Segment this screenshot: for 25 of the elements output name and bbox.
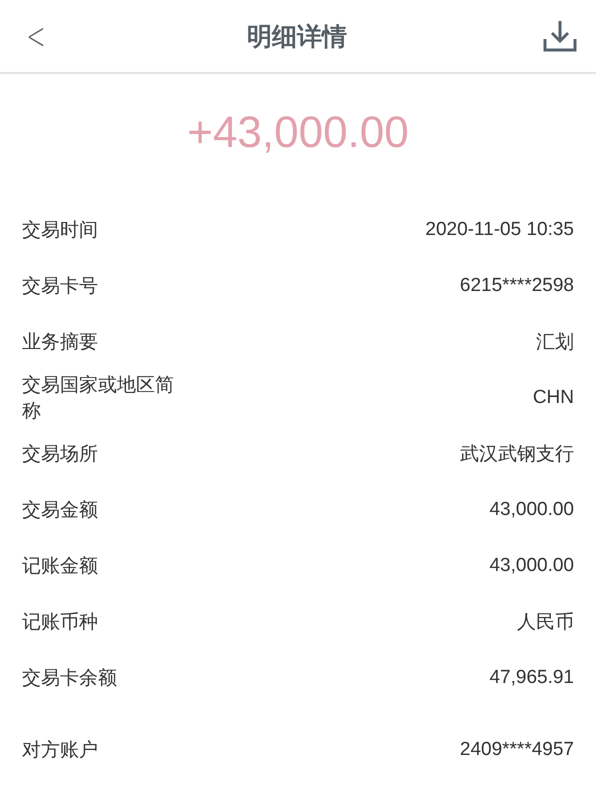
field-value: 2409****4957 <box>460 739 574 761</box>
field-value: 47,965.91 <box>489 667 574 689</box>
amount-text: +43,000.00 <box>187 108 409 158</box>
field-value: CHN <box>532 387 574 409</box>
field-label: 交易卡号 <box>22 274 99 299</box>
field-label: 交易场所 <box>22 442 99 467</box>
field-label: 交易卡余额 <box>22 666 118 691</box>
field-value: 2020-11-05 10:35 <box>425 219 574 241</box>
field-label: 交易国家或地区简称 <box>22 373 175 424</box>
field-value: 人民币 <box>517 611 574 635</box>
back-button[interactable]: < <box>26 14 46 58</box>
download-button[interactable] <box>542 19 578 53</box>
field-label: 交易时间 <box>22 218 99 243</box>
field-value: 武汉武钢支行 <box>460 443 574 467</box>
page-title: 明细详情 <box>246 20 347 52</box>
field-value: 43,000.00 <box>489 555 574 577</box>
field-label: 交易金额 <box>22 498 99 523</box>
download-icon <box>542 19 578 53</box>
field-label: 对方账户 <box>22 738 99 763</box>
field-label: 记账币种 <box>22 610 99 635</box>
field-value: 43,000.00 <box>489 499 574 521</box>
field-label: 业务摘要 <box>22 330 99 355</box>
field-value: 6215****2598 <box>460 275 574 297</box>
field-label: 记账金额 <box>22 554 99 579</box>
field-value: 汇划 <box>536 331 574 355</box>
